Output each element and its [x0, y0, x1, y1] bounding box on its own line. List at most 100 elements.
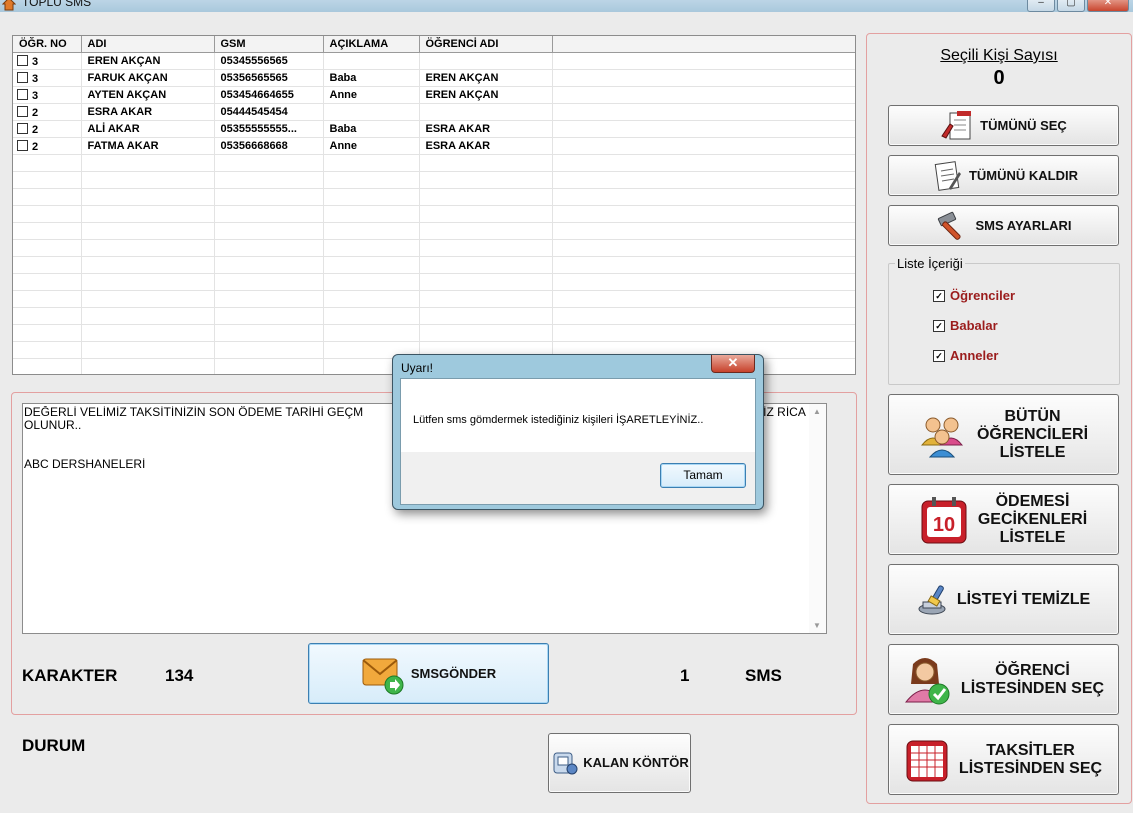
cell-gsm: 05444545454	[214, 103, 324, 121]
status-label: DURUM	[22, 736, 86, 755]
window-close-button[interactable]: ✕	[1087, 0, 1129, 12]
col-header-gsm[interactable]: GSM	[214, 36, 324, 53]
row-checkbox[interactable]	[17, 54, 28, 66]
cell-filler	[552, 69, 855, 87]
table-row[interactable]: 3 EREN AKÇAN 05345556565	[13, 52, 855, 70]
send-sms-button[interactable]: SMSGÖNDER	[308, 643, 549, 704]
cell-filler	[552, 120, 855, 138]
cell-name-text: EREN AKÇAN	[87, 55, 161, 67]
select-from-installments-button[interactable]: TAKSİTLER LİSTESİNDEN SEÇ	[888, 724, 1119, 795]
cell-gsm-text: 05356565565	[220, 72, 288, 84]
row-checkbox[interactable]	[17, 105, 28, 117]
dialog-title: Uyarı!	[401, 361, 434, 375]
cell-no-text: 3	[32, 72, 39, 85]
cell-no	[13, 341, 82, 359]
table-row[interactable]: 3 AYTEN AKÇAN 053454664655 Anne EREN AKÇAN	[13, 86, 855, 104]
table-row[interactable]	[13, 188, 855, 206]
cell-name	[81, 358, 215, 374]
cell-student	[419, 52, 553, 70]
table-row[interactable]	[13, 222, 855, 240]
remaining-credit-button[interactable]: KALAN KÖNTÖR	[548, 733, 691, 793]
row-checkbox[interactable]	[17, 122, 28, 134]
cell-desc-text: Baba	[329, 123, 357, 135]
cell-name: AYTEN AKÇAN	[81, 86, 215, 104]
cell-student	[419, 188, 553, 206]
col-header-no[interactable]: ÖĞR. NO	[13, 36, 82, 53]
cell-desc	[323, 171, 420, 189]
cell-name-text: ESRA AKAR	[87, 106, 153, 118]
clear-list-label: LİSTEYİ TEMİZLE	[956, 590, 1091, 608]
minimize-button[interactable]: –	[1027, 0, 1055, 12]
scroll-down-icon[interactable]: ▼	[813, 621, 821, 630]
table-row[interactable]	[13, 324, 855, 342]
list-overdue-button[interactable]: 10 ÖDEMESİ GECİKENLERİ LİSTELE	[888, 484, 1119, 555]
cell-name	[81, 188, 215, 206]
table-row[interactable]	[13, 290, 855, 308]
table-row[interactable]: 2 ALİ AKAR 05355555555... Baba ESRA AKAR	[13, 120, 855, 138]
cell-gsm: 05356565565	[214, 69, 324, 87]
row-checkbox[interactable]	[17, 88, 28, 100]
col-header-name[interactable]: ADI	[81, 36, 215, 53]
cell-name: ALİ AKAR	[81, 120, 215, 138]
filter-mothers-checkbox[interactable]: ✓	[933, 349, 945, 362]
clear-list-button[interactable]: LİSTEYİ TEMİZLE	[888, 564, 1119, 635]
cell-gsm	[214, 290, 324, 308]
cell-no	[13, 324, 82, 342]
cell-student-text: EREN AKÇAN	[425, 72, 499, 84]
table-row[interactable]: 2 ESRA AKAR 05444545454	[13, 103, 855, 121]
row-checkbox[interactable]	[17, 71, 28, 83]
table-row[interactable]	[13, 205, 855, 223]
cell-no: 2	[13, 137, 82, 155]
cell-student: ESRA AKAR	[419, 137, 553, 155]
cell-no	[13, 239, 82, 257]
table-row[interactable]	[13, 171, 855, 189]
table-row[interactable]	[13, 273, 855, 291]
table-row[interactable]	[13, 307, 855, 325]
table-row[interactable]	[13, 256, 855, 274]
cell-student	[419, 154, 553, 172]
sms-settings-button[interactable]: SMS AYARLARI	[888, 205, 1119, 246]
notepad-edit-icon	[934, 160, 961, 191]
col-header-student[interactable]: ÖĞRENCİ ADI	[419, 36, 553, 53]
cell-desc	[323, 324, 420, 342]
cell-student-text: ESRA AKAR	[425, 123, 491, 135]
cell-student	[419, 239, 553, 257]
cell-desc	[323, 52, 420, 70]
filter-fathers-checkbox[interactable]: ✓	[933, 319, 945, 332]
cell-filler	[552, 290, 855, 308]
dialog-close-button[interactable]: ✕	[711, 355, 755, 373]
remaining-credit-label: KALAN KÖNTÖR	[583, 755, 689, 770]
dialog-ok-button[interactable]: Tamam	[660, 463, 746, 488]
filter-students-checkbox[interactable]: ✓	[933, 289, 945, 302]
table-row[interactable]	[13, 239, 855, 257]
maximize-button[interactable]: ▢	[1057, 0, 1085, 12]
col-header-desc[interactable]: AÇIKLAMA	[323, 36, 420, 53]
table-row[interactable]: 3 FARUK AKÇAN 05356565565 Baba EREN AKÇAN	[13, 69, 855, 87]
table-row[interactable]: 2 FATMA AKAR 05356668668 Anne ESRA AKAR	[13, 137, 855, 155]
cell-filler	[552, 239, 855, 257]
cell-name-text: FARUK AKÇAN	[87, 72, 168, 84]
cell-filler	[552, 171, 855, 189]
message-scrollbar[interactable]: ▲ ▼	[809, 404, 826, 633]
cell-filler	[552, 154, 855, 172]
cell-no	[13, 290, 82, 308]
cell-student	[419, 222, 553, 240]
table-row[interactable]	[13, 154, 855, 172]
cell-gsm	[214, 205, 324, 223]
select-from-students-button[interactable]: ÖĞRENCİ LİSTESİNDEN SEÇ	[888, 644, 1119, 715]
deselect-all-label: TÜMÜNÜ KALDIR	[968, 167, 1079, 183]
select-all-button[interactable]: TÜMÜNÜ SEÇ	[888, 105, 1119, 146]
filter-mothers[interactable]: ✓ Anneler	[933, 348, 998, 363]
filter-fathers[interactable]: ✓ Babalar	[933, 318, 998, 333]
scroll-up-icon[interactable]: ▲	[813, 407, 821, 416]
cell-gsm: 05345556565	[214, 52, 324, 70]
character-count: 134	[165, 666, 194, 685]
envelope-send-icon	[362, 658, 404, 694]
row-checkbox[interactable]	[17, 139, 28, 151]
contacts-grid[interactable]: ÖĞR. NO ADI GSM AÇIKLAMA ÖĞRENCİ ADI 3 ER…	[12, 35, 856, 375]
list-all-students-button[interactable]: BÜTÜN ÖĞRENCİLERİ LİSTELE	[888, 394, 1119, 475]
cell-student: EREN AKÇAN	[419, 69, 553, 87]
cell-name	[81, 171, 215, 189]
deselect-all-button[interactable]: TÜMÜNÜ KALDIR	[888, 155, 1119, 196]
filter-students[interactable]: ✓ Öğrenciler	[933, 288, 1015, 303]
